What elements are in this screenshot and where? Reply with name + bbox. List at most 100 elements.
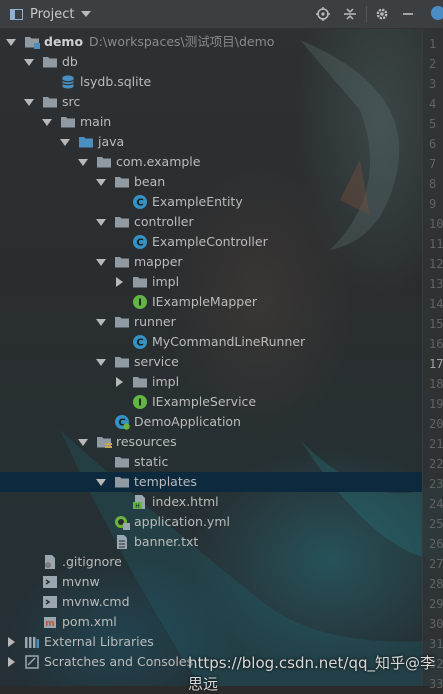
tree-node-static[interactable]: static [0,452,422,472]
chevron-down-icon[interactable] [96,218,106,226]
chevron-down-icon[interactable] [96,478,106,486]
resources-folder-icon [96,434,112,450]
line-number: 25 [429,517,443,531]
folder-icon [114,454,130,470]
folder-icon [42,54,58,70]
chevron-right-icon[interactable] [8,637,15,647]
chevron-down-icon[interactable] [60,138,70,146]
editor-tab-class-icon[interactable] [431,6,443,20]
tree-node-banner-txt[interactable]: banner.txt [0,532,422,552]
tree-node-pom-xml[interactable]: m pom.xml [0,612,422,632]
chevron-right-icon[interactable] [116,377,123,387]
tree-node-demoapplication[interactable]: C DemoApplication [0,412,422,432]
tree-node-mvnw[interactable]: mvnw [0,572,422,592]
chevron-right-icon[interactable] [116,277,123,287]
tree-node-db[interactable]: db [0,52,422,72]
collapse-all-icon[interactable] [342,6,358,22]
line-number: 19 [429,397,443,411]
scratches-icon [24,654,40,670]
folder-icon [42,94,58,110]
tree-node-runner[interactable]: runner [0,312,422,332]
chevron-down-icon[interactable] [96,178,106,186]
tree-node-examplecontroller[interactable]: C ExampleController [0,232,422,252]
maven-file-icon: m [42,614,58,630]
line-number: 31 [429,637,443,651]
locate-file-icon[interactable] [315,6,331,22]
chevron-down-icon[interactable] [78,158,88,166]
chevron-down-icon[interactable] [96,318,106,326]
tree-node-impl[interactable]: impl [0,272,422,292]
tree-node-label: impl [152,374,180,389]
tree-node-resources[interactable]: resources [0,432,422,452]
minimize-icon[interactable] [400,6,416,22]
tree-node-label: IExampleMapper [152,294,258,309]
tree-node-bean[interactable]: bean [0,172,422,192]
tree-node-label: runner [134,314,176,329]
line-number: 6 [429,137,437,151]
tree-node-iexampleservice[interactable]: I IExampleService [0,392,422,412]
tree-node-com-example[interactable]: com.example [0,152,422,172]
chevron-down-icon[interactable] [96,258,106,266]
tree-node-label: Scratches and Consoles [44,654,194,669]
folder-icon [60,114,76,130]
chevron-down-icon[interactable] [6,38,16,46]
tree-node-mvnw-cmd[interactable]: mvnw.cmd [0,592,422,612]
svg-text:C: C [136,238,143,249]
tree-node-templates[interactable]: templates [0,472,422,492]
tree-node-iexamplemapper[interactable]: I IExampleMapper [0,292,422,312]
line-number: 4 [429,97,437,111]
project-view-title[interactable]: Project [30,7,74,22]
tree-node-main[interactable]: main [0,112,422,132]
tree-node-impl[interactable]: impl [0,372,422,392]
package-icon [96,154,112,170]
tree-node-exampleentity[interactable]: C ExampleEntity [0,192,422,212]
chevron-down-icon[interactable] [24,58,34,66]
chevron-down-icon[interactable] [81,11,92,17]
chevron-down-icon[interactable] [96,358,106,366]
chevron-down-icon[interactable] [42,118,52,126]
tree-node-index-html[interactable]: Hindex.html [0,492,422,512]
tree-node-src[interactable]: src [0,92,422,112]
tree-node-external-libraries[interactable]: External Libraries [0,632,422,652]
chevron-down-icon[interactable] [78,438,88,446]
line-number: 27 [429,557,443,571]
line-number: 26 [429,537,443,551]
line-number: 21 [429,437,443,451]
class-icon: C [132,334,148,350]
tree-node-label: MyCommandLineRunner [152,334,306,349]
project-view-icon [10,8,23,20]
spring-class-icon: C [114,414,130,430]
tree-node-application-yml[interactable]: application.yml [0,512,422,532]
tree-node-gitignore[interactable]: .gitignore [0,552,422,572]
tree-node-label: bean [134,174,166,189]
tree-node-lsydb-sqlite[interactable]: lsydb.sqlite [0,72,422,92]
tree-node-service[interactable]: service [0,352,422,372]
line-number: 8 [429,177,437,191]
tree-node-mapper[interactable]: mapper [0,252,422,272]
yaml-file-icon [114,514,130,530]
tree-node-demo[interactable]: demo D:\workspaces\测试项目\demo [0,32,422,52]
package-icon [114,214,130,230]
package-icon [114,174,130,190]
chevron-right-icon[interactable] [8,657,15,667]
tree-node-mycommandlinerunner[interactable]: C MyCommandLineRunner [0,332,422,352]
text-file-icon [114,534,130,550]
line-number: 23 [429,477,443,491]
tree-node-controller[interactable]: controller [0,212,422,232]
source-folder-icon [78,134,94,150]
chevron-down-icon[interactable] [24,98,34,106]
gear-icon[interactable] [374,6,390,22]
interface-icon: I [132,294,148,310]
line-number: 28 [429,577,443,591]
script-file-icon [42,594,58,610]
svg-text:H: H [135,503,140,510]
tree-node-java[interactable]: java [0,132,422,152]
line-number: 29 [429,597,443,611]
tree-node-label: DemoApplication [134,414,241,429]
line-number: 12 [429,257,443,271]
header-divider [366,6,367,22]
tree-node-label: service [134,354,179,369]
tree-node-label: mvnw [62,574,100,589]
tree-node-label: .gitignore [62,554,122,569]
interface-icon: I [132,394,148,410]
